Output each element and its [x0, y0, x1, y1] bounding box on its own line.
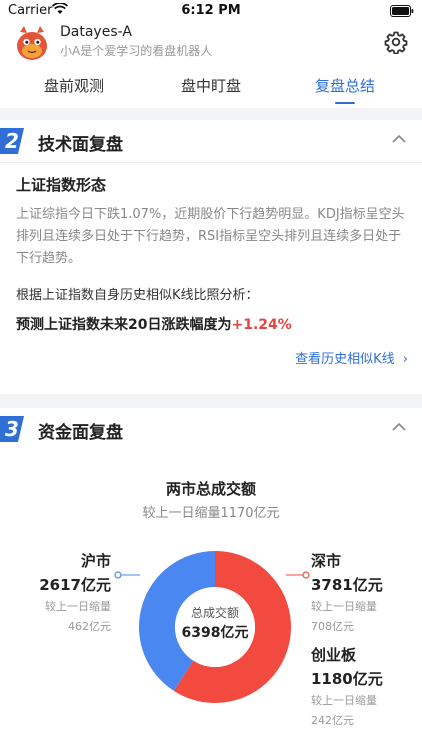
forecast-value: +1.24% — [231, 317, 292, 333]
app-name: Datayes-A — [60, 24, 132, 40]
sh-market-name: 沪市 — [80, 552, 111, 570]
section-number: 2 — [5, 129, 19, 153]
app-header: Datayes-A 小A是个爱学习的看盘机器人 — [0, 22, 422, 64]
index-pattern-title: 上证指数形态 — [16, 176, 107, 194]
divider — [0, 162, 422, 163]
sz-market-name: 深市 — [311, 552, 342, 570]
gem-market-change: 242亿元 — [311, 714, 354, 727]
gem-market-name: 创业板 — [311, 646, 357, 664]
status-bar: Carrier 6:12 PM — [0, 0, 422, 22]
technical-review-card: 2 技术面复盘 上证指数形态 上证综指今日下跌1.07%，近期股价下行趋势明显。… — [0, 120, 422, 394]
active-tab-indicator — [335, 102, 355, 104]
gem-market-value: 1180亿元 — [311, 670, 383, 688]
app-subtitle: 小A是个爱学习的看盘机器人 — [60, 44, 213, 58]
battery-icon — [390, 5, 414, 17]
forecast-text: 预测上证指数未来20日涨跌幅度为+1.24% — [16, 314, 292, 334]
donut-center-label: 总成交额 — [190, 606, 239, 620]
chevron-up-icon[interactable] — [392, 134, 406, 143]
section-title: 技术面复盘 — [38, 135, 123, 155]
tab-premarket[interactable]: 盘前观测 — [4, 64, 144, 108]
tab-review-label: 复盘总结 — [314, 77, 375, 95]
index-pattern-description: 上证综指今日下跌1.07%，近期股价下行趋势明显。KDJ指标呈空头排列且连续多日… — [16, 207, 405, 266]
view-history-kline-link[interactable]: 查看历史相似K线 › — [295, 348, 408, 367]
tab-review[interactable]: 复盘总结 — [275, 64, 415, 108]
fund-review-card: 3 资金面复盘 两市总成交额 较上一日缩量1170亿元 总成交额 6398亿元 … — [0, 408, 422, 750]
tab-intraday[interactable]: 盘中盯盘 — [141, 64, 281, 108]
forecast-prefix: 预测上证指数未来20日涨跌幅度为 — [16, 317, 232, 333]
history-link-label: 查看历史相似K线 — [295, 352, 395, 367]
section-number-badge: 2 — [0, 128, 28, 154]
sh-market-change: 462亿元 — [68, 620, 111, 633]
donut-center-value: 6398亿元 — [181, 625, 249, 641]
gem-market-caption: 较上一日缩量 — [311, 694, 377, 707]
gear-icon[interactable] — [384, 30, 408, 54]
analysis-basis: 根据上证指数自身历史相似K线比照分析： — [16, 288, 259, 303]
sh-market-value: 2617亿元 — [39, 576, 111, 594]
sh-leader-dot — [114, 571, 122, 579]
sz-market-caption: 较上一日缩量 — [311, 600, 377, 613]
sz-leader-dot — [302, 571, 310, 579]
sz-market-change: 708亿元 — [311, 620, 354, 633]
sh-market-caption: 较上一日缩量 — [45, 600, 111, 613]
clock: 6:12 PM — [181, 3, 241, 18]
chevron-right-icon: › — [402, 352, 408, 367]
sz-market-value: 3781亿元 — [311, 576, 383, 594]
tab-bar: 盘前观测 盘中盯盘 复盘总结 — [0, 64, 422, 108]
robot-avatar[interactable] — [14, 24, 50, 62]
